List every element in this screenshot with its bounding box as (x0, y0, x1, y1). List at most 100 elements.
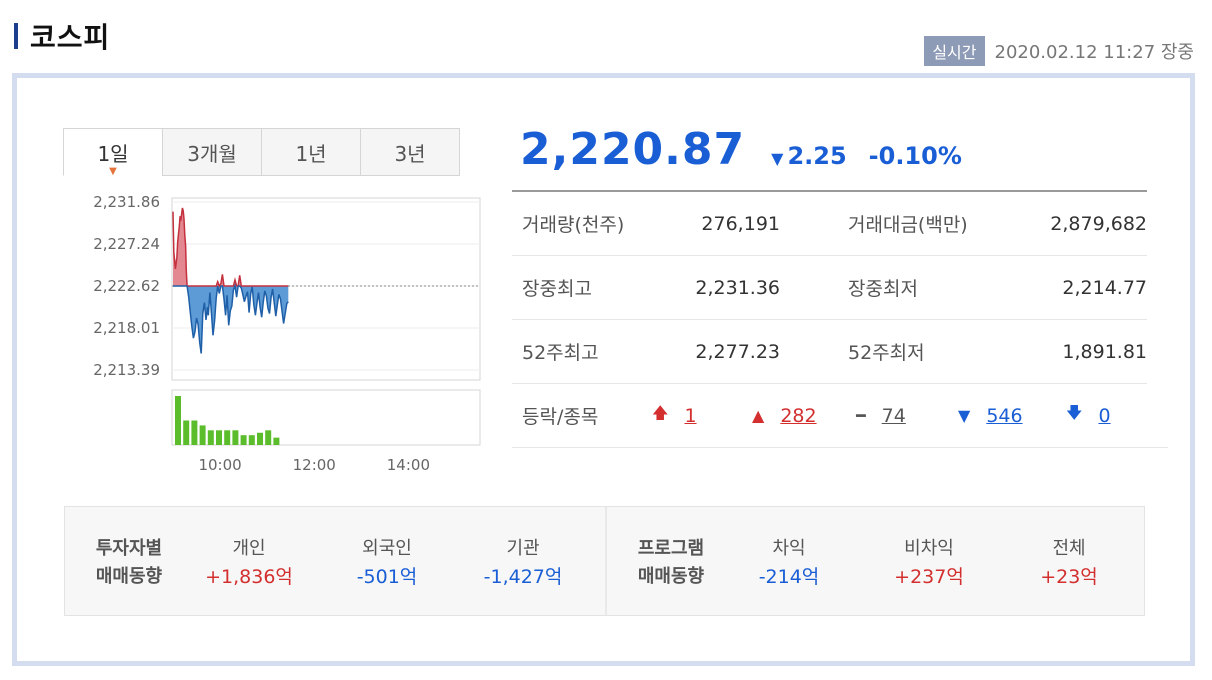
col-header: 개인 (232, 538, 266, 559)
volume-bar (257, 432, 263, 445)
group-label-line: 프로그램 (637, 538, 705, 559)
realtime-badge: 실시간 (924, 36, 985, 66)
col-value: -1,427억 (483, 566, 563, 588)
tab-label: 3년 (394, 141, 426, 166)
stat-value: 276,191 (701, 212, 780, 235)
volume-bar (265, 430, 272, 445)
down-triangle-icon: ▼ (958, 406, 971, 425)
page-title: 코스피 (30, 21, 111, 54)
stats-row: 거래량(천주) 276,191 거래대금(백만) 2,879,682 (512, 192, 1147, 256)
col-value: +237억 (894, 566, 964, 588)
current-price: 2,220.87 (520, 124, 746, 175)
stat-value: 1,891.81 (1062, 340, 1147, 363)
stats-row: 52주최고 2,277.23 52주최저 1,891.81 (512, 320, 1147, 384)
x-tick-label: 14:00 (387, 456, 430, 474)
y-tick-label: 2,222.62 (93, 277, 160, 295)
stat-value: 2,231.36 (695, 276, 780, 299)
stat-value: 2,277.23 (695, 340, 780, 363)
volume-bar (224, 430, 231, 445)
tab-label: 3개월 (187, 141, 237, 166)
up-count-link[interactable]: 282 (780, 405, 816, 427)
program-group-label: 프로그램 매매동향 (621, 535, 721, 591)
period-tabs: 1일 ▼ 3개월 1년 3년 (63, 128, 460, 177)
title-marker (14, 23, 18, 49)
foreign-col: 외국인 -501억 (327, 535, 447, 591)
price-change-pct: -0.10% (868, 142, 962, 170)
y-tick-label: 2,231.86 (93, 193, 160, 211)
flat-item: ━ 74 (856, 405, 958, 427)
arb-col: 차익 -214억 (729, 535, 849, 591)
lower-limit-link[interactable]: 0 (1098, 405, 1110, 427)
down-item: ▼ 546 (958, 405, 1066, 427)
volume-bar (232, 430, 239, 445)
col-value: +23억 (1040, 566, 1098, 588)
stat-label: 52주최고 (522, 342, 599, 364)
volume-bar (199, 425, 206, 445)
index-panel: 1일 ▼ 3개월 1년 3년 2,231.86 2,227.24 2,222.62 2… (12, 73, 1195, 666)
volume-bar (207, 430, 214, 445)
col-header: 전체 (1052, 538, 1086, 559)
col-header: 차익 (772, 538, 806, 559)
up-arrow-icon: 🡅 (652, 403, 669, 422)
volume-bar (248, 435, 255, 445)
upper-limit-item: 🡅 1 (652, 402, 752, 429)
volume-bar (216, 430, 222, 445)
timestamp: 2020.02.12 11:27 장중 (994, 42, 1195, 63)
down-arrow-icon: 🡇 (1066, 403, 1083, 422)
active-caret-icon: ▼ (109, 166, 117, 177)
col-value: -214억 (758, 566, 820, 588)
col-value: -501억 (356, 566, 418, 588)
volume-bar (240, 435, 247, 445)
up-item: ▲ 282 (752, 405, 856, 427)
stats-table: 거래량(천주) 276,191 거래대금(백만) 2,879,682 장중최고 … (512, 190, 1168, 448)
y-tick-label: 2,218.01 (93, 319, 160, 337)
group-label-line: 매매동향 (637, 566, 705, 587)
down-triangle-icon: ▼ (771, 149, 784, 168)
col-header: 기관 (506, 538, 540, 559)
dash-icon: ━ (856, 406, 866, 425)
tab-1year[interactable]: 1년 (261, 128, 361, 176)
investor-trading-box: 투자자별 매매동향 개인 +1,836억 외국인 -501억 기관 -1,427… (64, 506, 1145, 616)
updown-row: 등락/종목 🡅 1 ▲ 282 ━ 74 ▼ 546 🡇 0 (512, 384, 1168, 448)
stat-label: 거래대금(백만) (848, 214, 968, 236)
section-title: 코스피 (14, 18, 110, 54)
col-value: +1,836억 (205, 566, 293, 588)
chart-canvas: 2,231.86 2,227.24 2,222.62 2,218.01 2,213.39… (93, 193, 481, 474)
institution-col: 기관 -1,427억 (463, 535, 583, 591)
x-tick-label: 12:00 (293, 456, 336, 474)
individual-col: 개인 +1,836억 (189, 535, 309, 591)
total-col: 전체 +23억 (1009, 535, 1129, 591)
up-triangle-icon: ▲ (752, 406, 765, 425)
group-label-line: 투자자별 (95, 538, 163, 559)
tab-label: 1일 (97, 141, 129, 166)
flat-count-link[interactable]: 74 (882, 405, 906, 427)
upper-limit-link[interactable]: 1 (684, 405, 696, 427)
stat-value: 2,879,682 (1050, 212, 1147, 235)
tab-1day[interactable]: 1일 ▼ (63, 128, 163, 177)
volume-bar (273, 437, 280, 445)
col-header: 외국인 (362, 538, 412, 559)
y-tick-label: 2,227.24 (93, 235, 160, 253)
volume-bar (183, 420, 190, 445)
group-label-line: 매매동향 (95, 566, 163, 587)
volume-bar (175, 396, 181, 445)
investor-group-label: 투자자별 매매동향 (79, 535, 179, 591)
stat-label: 장중최저 (848, 278, 918, 300)
volume-bar (191, 420, 198, 445)
stats-row: 장중최고 2,231.36 장중최저 2,214.77 (512, 256, 1147, 320)
stat-label: 거래량(천주) (522, 214, 625, 236)
price-change: 2.25 (787, 142, 847, 170)
tab-3year[interactable]: 3년 (360, 128, 460, 176)
col-header: 비차익 (904, 538, 954, 559)
lower-limit-item: 🡇 0 (1066, 402, 1111, 429)
stat-label: 52주최저 (848, 342, 925, 364)
updown-label: 등락/종목 (522, 406, 599, 428)
tab-3month[interactable]: 3개월 (162, 128, 262, 176)
x-tick-label: 10:00 (198, 456, 241, 474)
down-count-link[interactable]: 546 (986, 405, 1022, 427)
quote-header: 2,220.87 ▼ 2.25 -0.10% (520, 124, 962, 175)
divider (605, 507, 607, 615)
market-status: 실시간 2020.02.12 11:27 장중 (924, 36, 1194, 66)
nonarb-col: 비차익 +237억 (869, 535, 989, 591)
stat-label: 장중최고 (522, 278, 592, 300)
